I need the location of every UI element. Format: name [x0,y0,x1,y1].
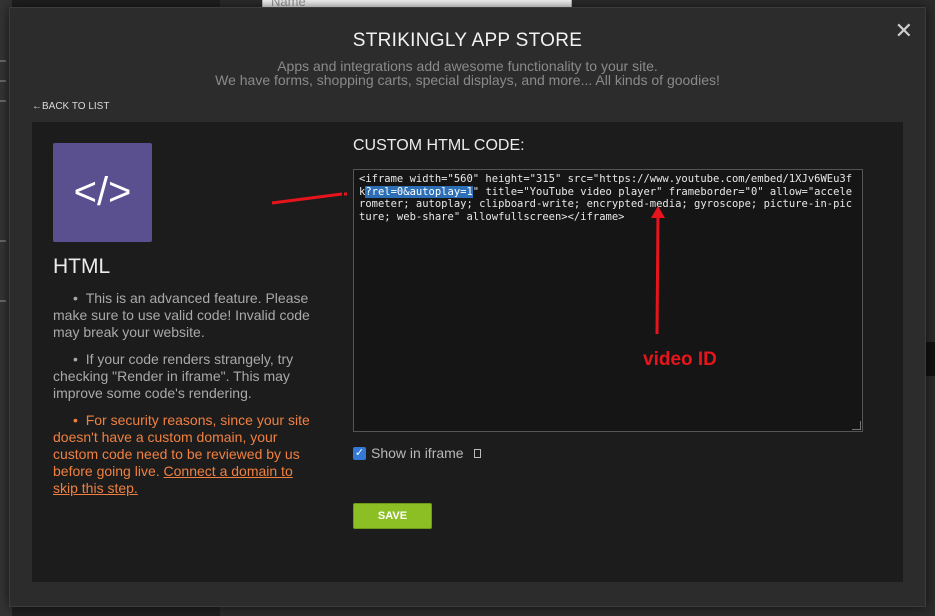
arrow-left-icon: ← [32,101,42,112]
background-tick [0,100,6,102]
help-icon[interactable] [473,448,481,458]
back-to-list-link[interactable]: ←BACK TO LIST [32,101,109,112]
modal-subtitle-line1: Apps and integrations add awesome functi… [277,58,658,74]
annotation-arrow [271,192,665,335]
back-to-list-label: BACK TO LIST [42,101,110,112]
background-tick [0,60,6,62]
annotation-label: video ID [643,349,717,370]
annotation-arrowhead [651,206,665,218]
show-in-iframe-label[interactable]: Show in iframe [371,445,464,461]
save-button[interactable]: SAVE [353,503,432,529]
app-store-modal: ✕ STRIKINGLY APP STORE Apps and integrat… [9,7,926,607]
modal-subtitle: Apps and integrations add awesome functi… [10,59,925,87]
show-in-iframe-option: ✓ Show in iframe [353,445,481,461]
modal-title: STRIKINGLY APP STORE [352,30,583,51]
background-tick [0,300,6,302]
app-detail-panel: </> HTML • This is an advanced feature. … [32,122,903,582]
background-tick [0,240,6,242]
background-tick [0,80,6,82]
show-in-iframe-checkbox[interactable]: ✓ [353,446,366,460]
annotation-underline [271,192,343,205]
annotation-line [655,213,660,335]
modal-subtitle-line2: We have forms, shopping carts, special d… [215,72,720,88]
